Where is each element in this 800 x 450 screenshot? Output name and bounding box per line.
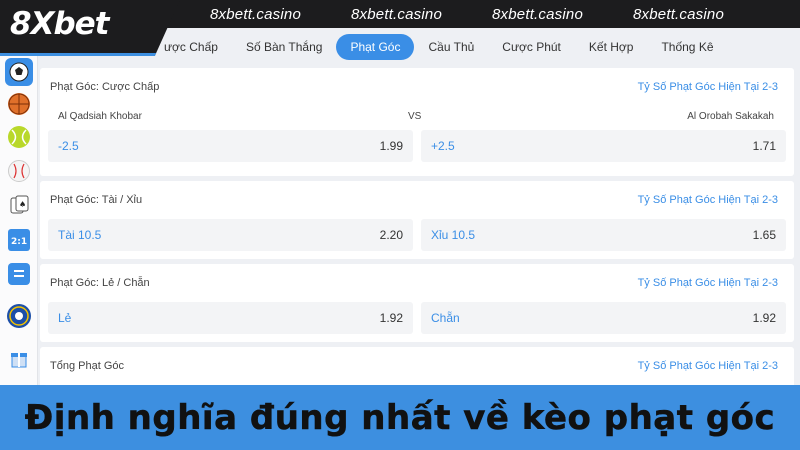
tab-corners[interactable]: Phạt Góc bbox=[336, 34, 415, 60]
odds-value: 1.92 bbox=[379, 311, 403, 325]
site-link[interactable]: 8xbett.casino bbox=[492, 6, 583, 23]
tab-goals[interactable]: Số Bàn Thắng bbox=[232, 34, 337, 60]
corner-over-under-section: Phạt Góc: Tài / Xỉu Tỷ Số Phạt Góc Hiện … bbox=[40, 181, 794, 259]
caption-banner: Định nghĩa đúng nhất về kèo phạt góc bbox=[0, 385, 800, 450]
current-corner-score: Tỷ Số Phạt Góc Hiện Tại 2-3 bbox=[637, 81, 778, 93]
gift-icon[interactable] bbox=[8, 348, 30, 370]
corner-handicap-section: Phạt Góc: Cược Chấp Tỷ Số Phạt Góc Hiện … bbox=[40, 68, 794, 176]
basketball-icon[interactable] bbox=[8, 93, 30, 115]
odds-label: -2.5 bbox=[58, 139, 79, 153]
soccer-icon[interactable] bbox=[5, 58, 33, 86]
odds-label: +2.5 bbox=[431, 139, 455, 153]
odds-label: Tài 10.5 bbox=[58, 228, 102, 242]
caption-text: Định nghĩa đúng nhất về kèo phạt góc bbox=[24, 397, 776, 438]
svg-text:2:1: 2:1 bbox=[11, 237, 27, 247]
home-team: Al Qadsiah Khobar bbox=[58, 110, 142, 122]
tennis-icon[interactable] bbox=[8, 126, 30, 148]
odds-button[interactable]: -2.5 1.99 bbox=[48, 130, 413, 162]
away-team: Al Orobah Sakakah bbox=[687, 110, 774, 122]
current-corner-score: Tỷ Số Phạt Góc Hiện Tại 2-3 bbox=[637, 277, 778, 289]
tab-players[interactable]: Cầu Thủ bbox=[414, 34, 488, 60]
baseball-icon[interactable] bbox=[8, 160, 30, 182]
tab-combo[interactable]: Kết Hợp bbox=[575, 34, 648, 60]
odds-button[interactable]: Lẻ 1.92 bbox=[48, 302, 413, 334]
section-title: Tổng Phạt Góc bbox=[50, 360, 124, 372]
current-corner-score: Tỷ Số Phạt Góc Hiện Tại 2-3 bbox=[637, 194, 778, 206]
section-title: Phạt Góc: Cược Chấp bbox=[50, 81, 160, 93]
odds-label: Chẵn bbox=[431, 311, 460, 325]
odds-button[interactable]: Chẵn 1.92 bbox=[421, 302, 786, 334]
tab-minutes[interactable]: Cược Phút bbox=[488, 34, 575, 60]
section-title: Phạt Góc: Lẻ / Chẵn bbox=[50, 277, 150, 289]
odds-button[interactable]: Xỉu 10.5 1.65 bbox=[421, 219, 786, 251]
svg-text:♠: ♠ bbox=[19, 200, 26, 209]
section-title: Phạt Góc: Tài / Xỉu bbox=[50, 194, 143, 206]
odds-label: Lẻ bbox=[58, 311, 72, 325]
current-corner-score: Tỷ Số Phạt Góc Hiện Tại 2-3 bbox=[637, 360, 778, 372]
scoreboard-icon[interactable]: 2:1 bbox=[8, 229, 30, 251]
odds-button[interactable]: +2.5 1.71 bbox=[421, 130, 786, 162]
corner-odd-even-section: Phạt Góc: Lẻ / Chẵn Tỷ Số Phạt Góc Hiện … bbox=[40, 264, 794, 342]
site-link[interactable]: 8xbett.casino bbox=[210, 6, 301, 23]
odds-value: 1.99 bbox=[379, 139, 403, 153]
teams-row: Al Qadsiah Khobar VS Al Orobah Sakakah bbox=[40, 106, 794, 126]
site-link[interactable]: 8xbett.casino bbox=[633, 6, 724, 23]
odds-value: 2.20 bbox=[379, 228, 403, 242]
odds-button[interactable]: Tài 10.5 2.20 bbox=[48, 219, 413, 251]
cards-icon[interactable]: ♠ bbox=[8, 194, 30, 216]
odds-value: 1.65 bbox=[752, 228, 776, 242]
club-crest-icon[interactable] bbox=[7, 304, 31, 328]
list-icon[interactable] bbox=[8, 263, 30, 285]
odds-value: 1.92 bbox=[752, 311, 776, 325]
vs-label: VS bbox=[407, 110, 422, 122]
market-tabs: ược Chấp Số Bàn Thắng Phạt Góc Cầu Thủ C… bbox=[150, 32, 728, 62]
logo-area[interactable]: 8Xbet bbox=[0, 0, 180, 56]
brand-logo: 8Xbet bbox=[10, 6, 110, 42]
odds-value: 1.71 bbox=[752, 139, 776, 153]
odds-label: Xỉu 10.5 bbox=[431, 228, 476, 242]
site-link[interactable]: 8xbett.casino bbox=[351, 6, 442, 23]
sport-sidebar: ♠ 2:1 bbox=[0, 56, 38, 396]
tab-stats[interactable]: Thống Kê bbox=[647, 34, 727, 60]
